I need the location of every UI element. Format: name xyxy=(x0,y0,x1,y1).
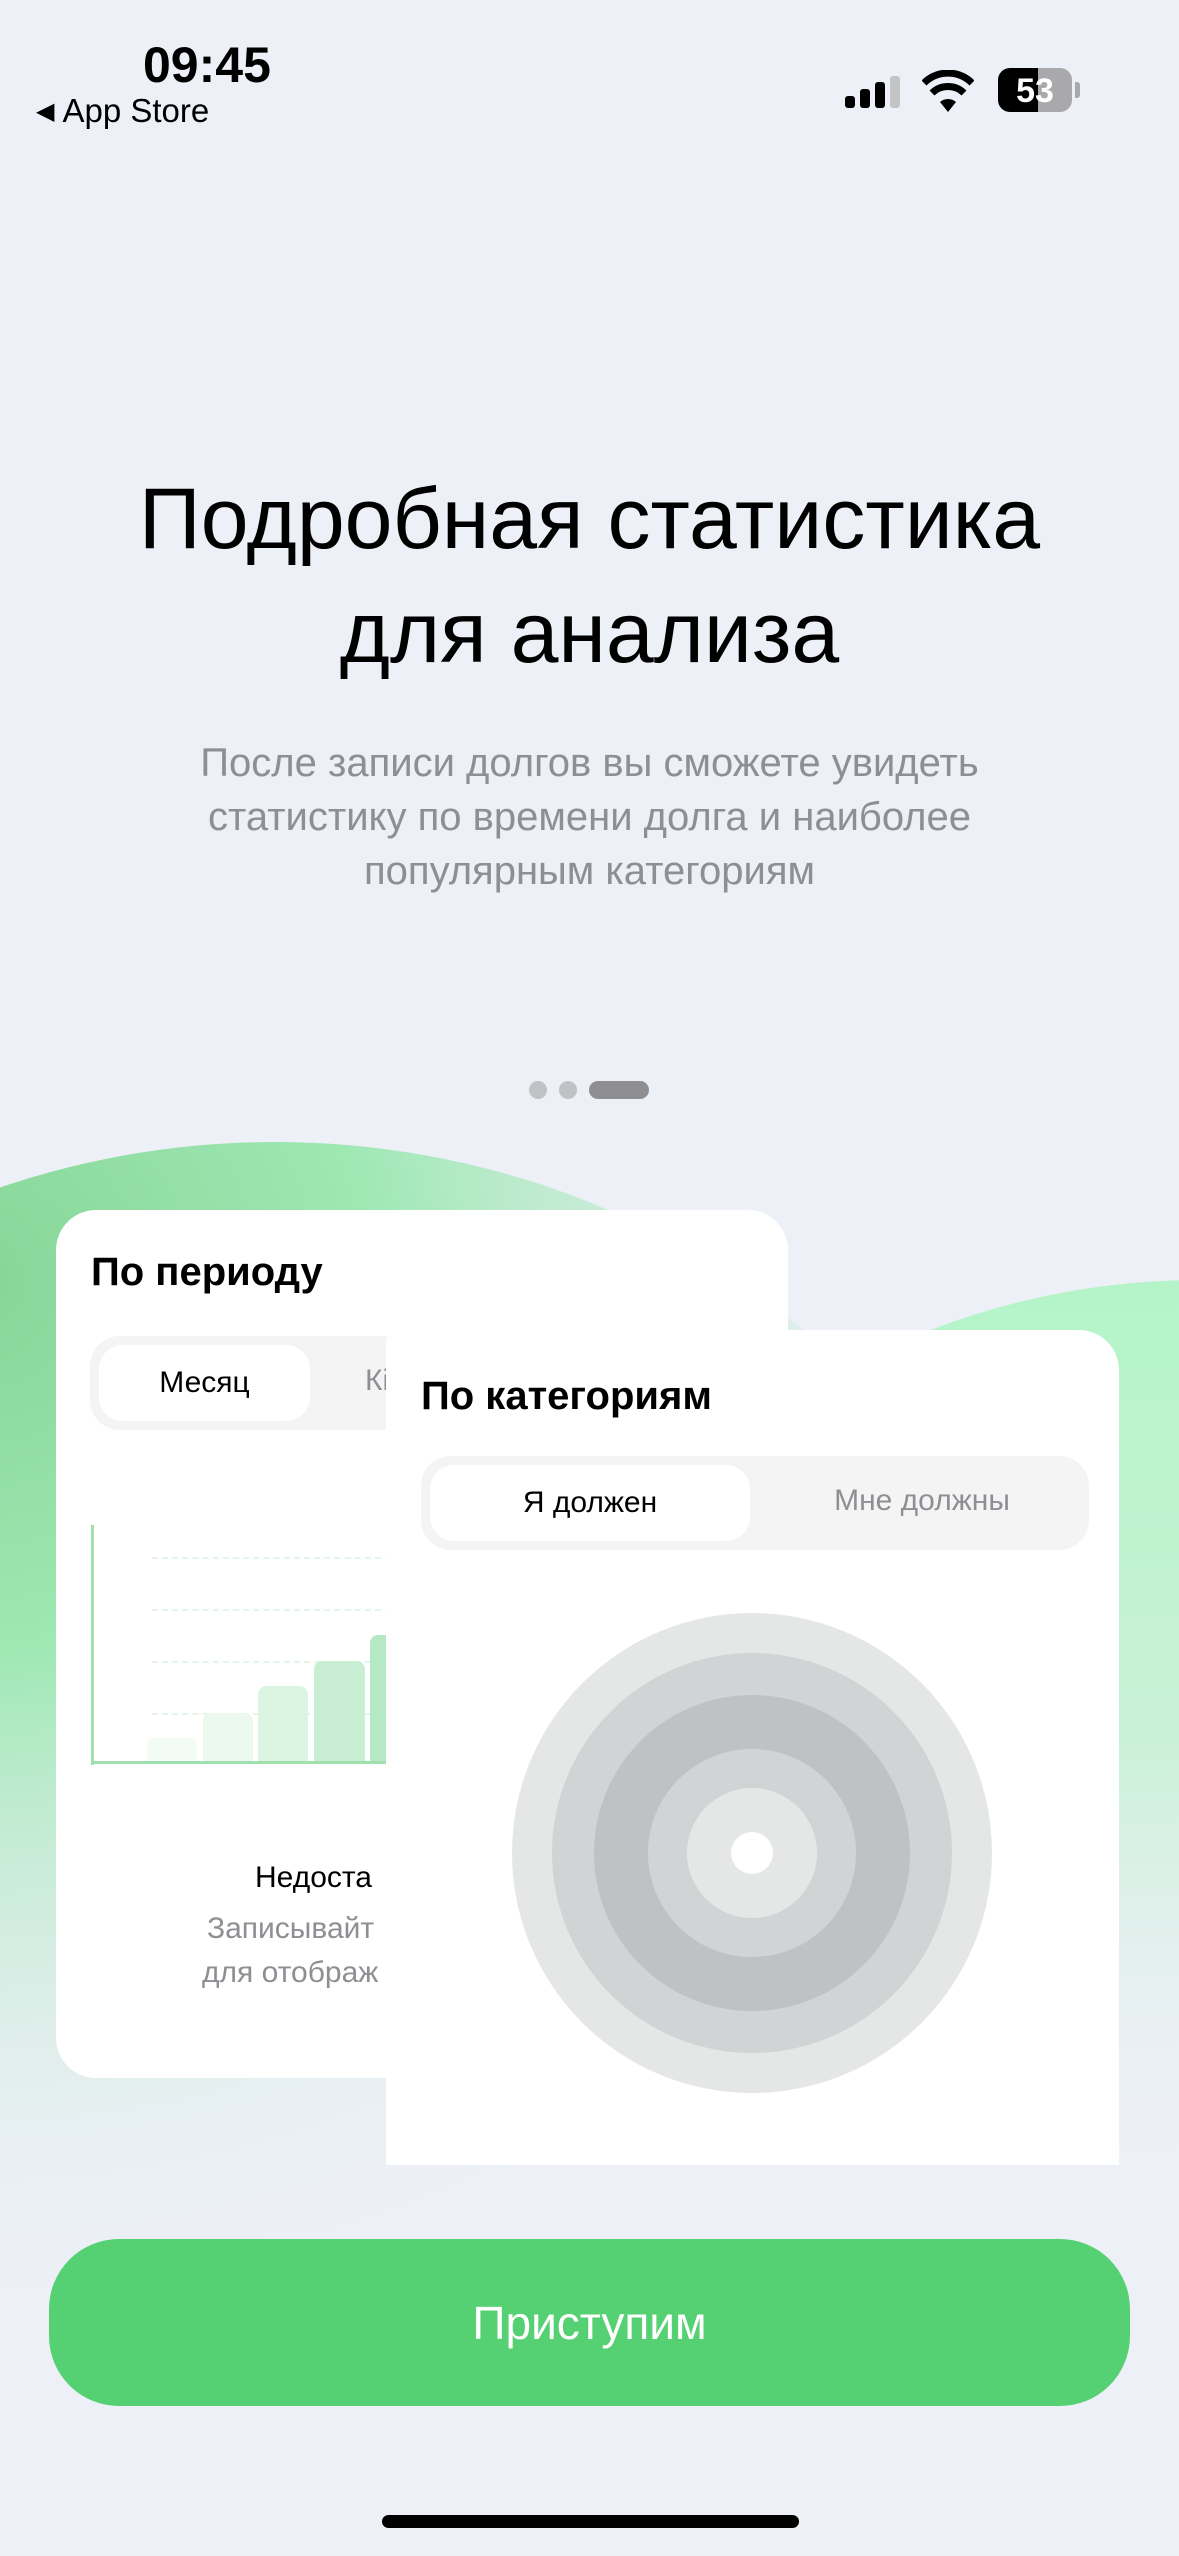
page-dot-active[interactable] xyxy=(589,1081,649,1099)
donut-hole xyxy=(731,1832,773,1874)
chart-bar xyxy=(203,1713,253,1761)
tab-month[interactable]: Месяц xyxy=(99,1345,310,1421)
battery-cap xyxy=(1075,82,1080,98)
tab-owed-to-me[interactable]: Мне должны xyxy=(755,1484,1089,1518)
chart-bar xyxy=(314,1661,365,1761)
status-time: 09:45 xyxy=(143,37,271,93)
category-card: По категориям Я должен Мне должны xyxy=(386,1330,1119,2165)
category-card-title: По категориям xyxy=(421,1374,712,1418)
empty-state-title: Недоста xyxy=(255,1861,372,1894)
period-card-title: По периоду xyxy=(91,1250,323,1294)
category-donut-placeholder xyxy=(512,1613,992,2093)
page-dot[interactable] xyxy=(559,1081,577,1099)
back-label: App Store xyxy=(62,92,210,129)
back-triangle-icon: ◀ xyxy=(36,97,55,125)
chart-bar xyxy=(147,1738,197,1761)
title-line: для анализа xyxy=(339,585,840,681)
tab-i-owe[interactable]: Я должен xyxy=(430,1465,750,1541)
wifi-icon xyxy=(921,69,975,117)
home-indicator[interactable] xyxy=(382,2515,799,2528)
title-line: Подробная статистика xyxy=(138,471,1041,567)
back-to-app-store[interactable]: ◀ App Store xyxy=(36,92,209,130)
category-segmented-control: Я должен Мне должны xyxy=(421,1456,1089,1550)
battery-icon: 53 xyxy=(998,68,1072,112)
subtitle-line: статистику по времени долга и наиболее xyxy=(207,795,972,839)
page-dot[interactable] xyxy=(529,1081,547,1099)
onboarding-title: Подробная статистика для анализа xyxy=(0,462,1179,690)
signal-icon xyxy=(845,76,903,108)
onboarding-subtitle: После записи долгов вы сможете увидеть с… xyxy=(0,736,1179,898)
subtitle-line: После записи долгов вы сможете увидеть xyxy=(200,741,979,785)
empty-state-text: Записывайт xyxy=(207,1912,375,1945)
empty-state-text: для отображ xyxy=(202,1956,379,1989)
page-indicator xyxy=(529,1081,649,1099)
subtitle-line: популярным категориям xyxy=(364,849,815,893)
get-started-button[interactable]: Приступим xyxy=(49,2239,1130,2406)
get-started-label: Приступим xyxy=(472,2296,707,2349)
chart-y-axis xyxy=(91,1525,94,1765)
chart-bar xyxy=(258,1686,308,1761)
battery-level: 53 xyxy=(1016,72,1054,110)
